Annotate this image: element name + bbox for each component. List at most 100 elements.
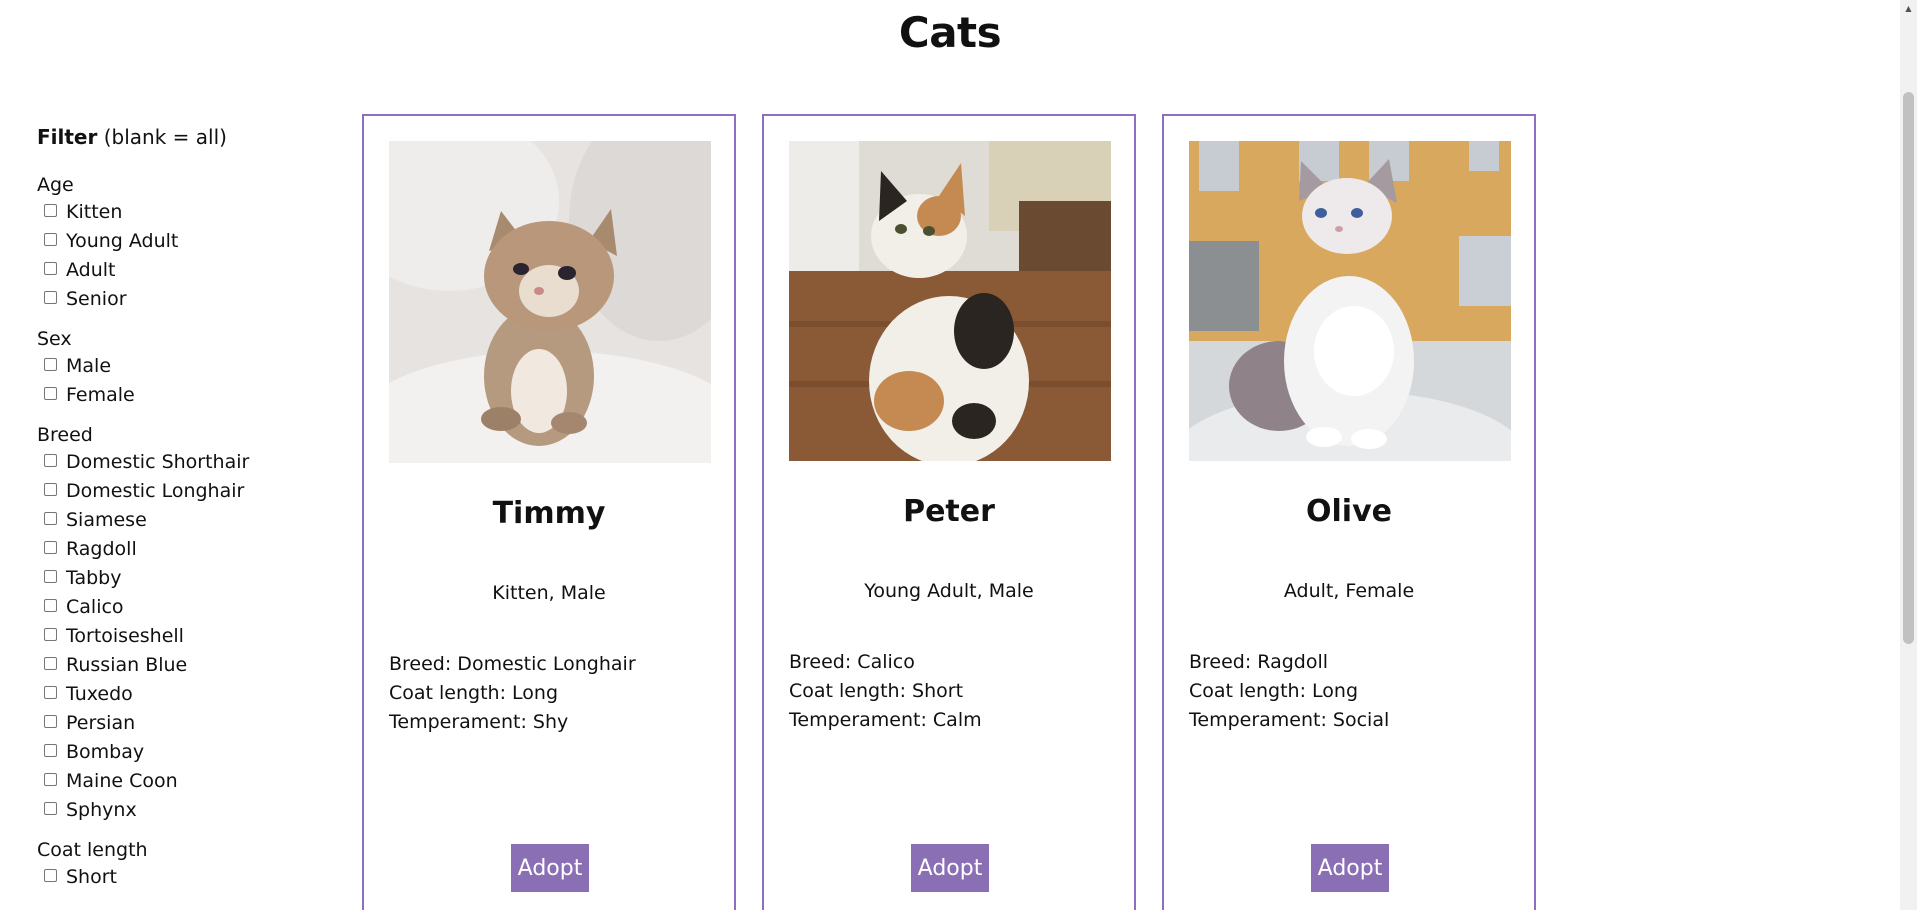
- filter-checkbox-bombay[interactable]: [44, 744, 57, 757]
- cat-name: Olive: [1306, 494, 1392, 529]
- cat-name: Timmy: [492, 496, 606, 531]
- filter-option-kitten[interactable]: Kitten: [37, 198, 337, 227]
- filter-checkbox-ragdoll[interactable]: [44, 541, 57, 554]
- cat-name: Peter: [903, 494, 995, 529]
- filter-option-label: Short: [66, 866, 117, 888]
- filter-group-title: Breed: [37, 424, 93, 446]
- filter-option-russian-blue[interactable]: Russian Blue: [37, 651, 337, 680]
- cat-breed: Breed: Domestic Longhair: [389, 653, 636, 675]
- filter-sidebar: Filter (blank = all) Age Kitten Young Adul…: [37, 124, 337, 904]
- filter-group-coat-length: Coat length Short: [37, 837, 337, 892]
- filter-option-label: Tuxedo: [66, 683, 133, 705]
- cat-summary: Adult, Female: [1283, 580, 1415, 602]
- filter-option-label: Persian: [66, 712, 136, 734]
- filter-checkbox-domestic-longhair[interactable]: [44, 483, 57, 496]
- scroll-up-arrow-icon[interactable]: ▲: [1900, 0, 1917, 17]
- filter-checkbox-russian-blue[interactable]: [44, 657, 57, 670]
- filter-checkbox-young-adult[interactable]: [44, 233, 57, 246]
- filter-option-bombay[interactable]: Bombay: [37, 738, 337, 767]
- filter-option-label: Kitten: [66, 201, 123, 223]
- filter-option-label: Ragdoll: [66, 538, 137, 560]
- filter-checkbox-adult[interactable]: [44, 262, 57, 275]
- filter-option-male[interactable]: Male: [37, 352, 337, 381]
- filter-option-senior[interactable]: Senior: [37, 285, 337, 314]
- cat-breed: Breed: Ragdoll: [1189, 651, 1329, 673]
- filter-option-siamese[interactable]: Siamese: [37, 506, 337, 535]
- cat-summary: Kitten, Male: [492, 582, 606, 604]
- ragdoll-cat-photo-icon: [1189, 141, 1511, 461]
- filter-option-label: Domestic Shorthair: [66, 451, 250, 473]
- filter-checkbox-female[interactable]: [44, 387, 57, 400]
- filter-option-tortoiseshell[interactable]: Tortoiseshell: [37, 622, 337, 651]
- filter-checkbox-short[interactable]: [44, 869, 57, 882]
- filter-checkbox-tuxedo[interactable]: [44, 686, 57, 699]
- filter-option-sphynx[interactable]: Sphynx: [37, 796, 337, 825]
- filter-option-label: Calico: [66, 596, 124, 618]
- filter-option-ragdoll[interactable]: Ragdoll: [37, 535, 337, 564]
- calico-cat-photo-icon: [789, 141, 1111, 461]
- cat-breed: Breed: Calico: [789, 651, 915, 673]
- ragdoll-cat-photo-image: [1189, 141, 1511, 461]
- filter-option-tabby[interactable]: Tabby: [37, 564, 337, 593]
- filter-option-label: Tabby: [66, 567, 122, 589]
- filter-heading-hint: (blank = all): [103, 125, 227, 149]
- cat-card-olive: Olive Adult, Female Breed: Ragdoll Coat …: [1162, 114, 1536, 910]
- adopt-button-timmy[interactable]: Adopt: [511, 844, 589, 892]
- cat-coat-length: Coat length: Short: [789, 680, 964, 702]
- filter-checkbox-domestic-shorthair[interactable]: [44, 454, 57, 467]
- filter-option-label: Domestic Longhair: [66, 480, 245, 502]
- filter-option-label: Young Adult: [66, 230, 179, 252]
- filter-checkbox-tortoiseshell[interactable]: [44, 628, 57, 641]
- scrollbar-thumb[interactable]: [1903, 92, 1914, 644]
- kitten-photo-icon: [389, 141, 711, 463]
- filter-group-title: Coat length: [37, 839, 148, 861]
- filter-option-label: Bombay: [66, 741, 145, 763]
- filter-groups: Age Kitten Young Adult Adult Senior Sex Male Fe…: [37, 172, 337, 892]
- filter-option-calico[interactable]: Calico: [37, 593, 337, 622]
- filter-group-title: Age: [37, 174, 74, 196]
- filter-checkbox-siamese[interactable]: [44, 512, 57, 525]
- filter-checkbox-maine-coon[interactable]: [44, 773, 57, 786]
- page: Cats Filter (blank = all) Age Kitten Young…: [0, 0, 1917, 910]
- cat-temperament: Temperament: Calm: [789, 709, 982, 731]
- cat-temperament: Temperament: Social: [1189, 709, 1390, 731]
- filter-checkbox-kitten[interactable]: [44, 204, 57, 217]
- cat-coat-length: Coat length: Long: [389, 682, 559, 704]
- filter-option-label: Siamese: [66, 509, 147, 531]
- filter-checkbox-sphynx[interactable]: [44, 802, 57, 815]
- filter-group-age: Age Kitten Young Adult Adult Senior: [37, 172, 337, 314]
- filter-checkbox-calico[interactable]: [44, 599, 57, 612]
- filter-option-domestic-longhair[interactable]: Domestic Longhair: [37, 477, 337, 506]
- page-scrollbar[interactable]: ▲: [1900, 0, 1917, 910]
- filter-option-adult[interactable]: Adult: [37, 256, 337, 285]
- kitten-photo-image: [389, 141, 711, 463]
- adopt-button-olive[interactable]: Adopt: [1311, 844, 1389, 892]
- filter-group-title: Sex: [37, 328, 72, 350]
- cat-details: Breed: Ragdoll Coat length: Long Tempera…: [1189, 648, 1389, 735]
- adopt-button-peter[interactable]: Adopt: [911, 844, 989, 892]
- filter-option-label: Male: [66, 355, 112, 377]
- filter-checkbox-tabby[interactable]: [44, 570, 57, 583]
- filter-option-label: Adult: [66, 259, 116, 281]
- filter-option-persian[interactable]: Persian: [37, 709, 337, 738]
- cat-card-peter: Peter Young Adult, Male Breed: Calico Co…: [762, 114, 1136, 910]
- filter-group-breed: Breed Domestic Shorthair Domestic Longhair…: [37, 422, 337, 825]
- filter-option-short[interactable]: Short: [37, 863, 337, 892]
- filter-option-label: Female: [66, 384, 135, 406]
- filter-option-label: Tortoiseshell: [66, 625, 184, 647]
- filter-option-tuxedo[interactable]: Tuxedo: [37, 680, 337, 709]
- filter-group-sex: Sex Male Female: [37, 326, 337, 410]
- cat-details: Breed: Domestic Longhair Coat length: Lo…: [389, 650, 636, 737]
- filter-heading: Filter (blank = all): [37, 124, 337, 150]
- calico-cat-photo-image: [789, 141, 1111, 461]
- filter-checkbox-male[interactable]: [44, 358, 57, 371]
- filter-checkbox-persian[interactable]: [44, 715, 57, 728]
- filter-option-maine-coon[interactable]: Maine Coon: [37, 767, 337, 796]
- filter-option-female[interactable]: Female: [37, 381, 337, 410]
- filter-checkbox-senior[interactable]: [44, 291, 57, 304]
- page-title: Cats: [898, 8, 1002, 57]
- filter-heading-label: Filter: [37, 125, 98, 149]
- cat-summary: Young Adult, Male: [864, 580, 1034, 602]
- filter-option-young-adult[interactable]: Young Adult: [37, 227, 337, 256]
- filter-option-domestic-shorthair[interactable]: Domestic Shorthair: [37, 448, 337, 477]
